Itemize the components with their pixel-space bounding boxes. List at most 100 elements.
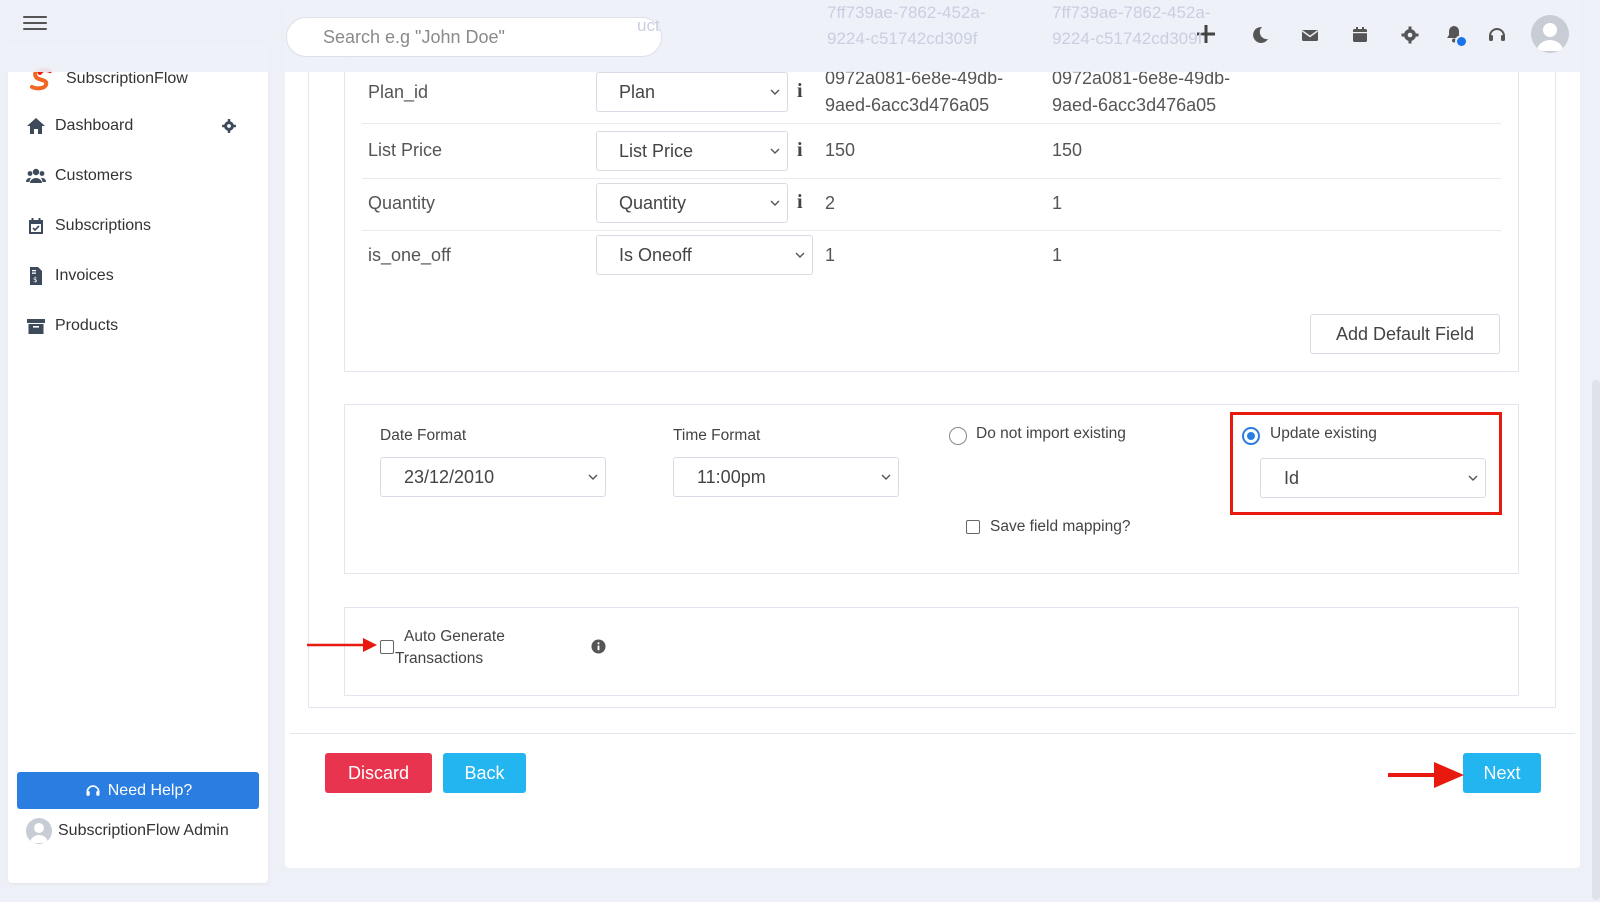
notifications-bell-icon[interactable] <box>1440 20 1468 48</box>
next-button[interactable]: Next <box>1463 753 1541 793</box>
sidebar-item-label: Customers <box>55 167 133 184</box>
row-divider <box>362 230 1501 231</box>
info-icon[interactable]: i <box>797 80 803 103</box>
admin-profile[interactable]: SubscriptionFlow Admin <box>26 818 229 844</box>
add-default-field-button[interactable]: Add Default Field <box>1310 314 1500 354</box>
chevron-down-icon <box>795 252 805 258</box>
calendar-icon[interactable] <box>1346 21 1374 49</box>
sidebar-item-label: Invoices <box>55 267 114 284</box>
chevron-down-icon <box>770 148 780 154</box>
background-scrolled-text: 9224-c51742cd309f <box>827 29 978 48</box>
highlight-annotation-box <box>1230 412 1502 515</box>
mapping-sample-value-1: 0972a081-6e8e-49db- 9aed-6acc3d476a05 <box>825 65 1003 119</box>
sidebar-item-label: Subscriptions <box>55 217 152 234</box>
support-headset-icon[interactable] <box>1483 21 1511 49</box>
chevron-down-icon <box>881 474 891 480</box>
sidebar-item-customers[interactable]: Customers <box>26 166 132 186</box>
mapping-field-label: Plan_id <box>368 82 429 102</box>
top-bar: uct 7ff739ae-7862-452a- 9224-c51742cd309… <box>0 0 1600 72</box>
background-scrolled-text: uct <box>637 16 660 35</box>
row-divider <box>362 123 1501 124</box>
mapping-sample-value-2: 1 <box>1052 193 1063 213</box>
sidebar-item-invoices[interactable]: $ Invoices <box>26 266 114 286</box>
select-value: Is Oneoff <box>619 244 692 265</box>
invoice-icon: $ <box>30 267 42 285</box>
mapping-sample-value-2: 150 <box>1052 140 1083 160</box>
date-format-label: Date Format <box>380 427 467 444</box>
select-value: Plan <box>619 81 656 102</box>
mapping-sample-value-1: 1 <box>825 245 836 265</box>
value-line: 9aed-6acc3d476a05 <box>825 95 990 115</box>
mapping-sample-value-2: 1 <box>1052 245 1063 265</box>
archive-icon <box>27 319 45 334</box>
time-format-select[interactable]: 11:00pm <box>673 457 899 497</box>
arrow-annotation-icon <box>1388 762 1464 788</box>
auto-generate-box <box>344 607 1519 696</box>
select-value: 11:00pm <box>697 466 766 487</box>
auto-generate-checkbox[interactable] <box>380 640 394 654</box>
settings-gear-icon[interactable] <box>1396 21 1424 49</box>
do-not-import-radio[interactable] <box>949 427 967 445</box>
calendar-check-icon <box>29 218 43 234</box>
users-icon <box>26 168 46 183</box>
sidebar: SubscriptionFlow Dashboard Customers Sub… <box>8 45 268 883</box>
info-icon[interactable]: i <box>797 139 803 162</box>
sidebar-item-dashboard[interactable]: Dashboard <box>26 116 133 136</box>
label-line: Auto Generate <box>404 628 505 645</box>
notification-badge <box>1455 35 1468 48</box>
time-format-label: Time Format <box>673 427 761 444</box>
mapping-field-select[interactable]: List Price <box>596 131 788 171</box>
sidebar-item-subscriptions[interactable]: Subscriptions <box>26 216 151 236</box>
save-field-mapping-checkbox[interactable] <box>966 520 980 534</box>
back-button[interactable]: Back <box>443 753 526 793</box>
background-scrolled-text: 9224-c51742cd309f <box>1052 29 1203 48</box>
value-line: 9aed-6acc3d476a05 <box>1052 95 1217 115</box>
save-field-mapping-label: Save field mapping? <box>990 518 1131 535</box>
home-icon <box>27 118 45 134</box>
svg-text:$: $ <box>33 276 37 284</box>
mapping-field-label: Quantity <box>368 193 436 213</box>
footer-divider <box>290 733 1575 734</box>
mapping-field-select[interactable]: Quantity <box>596 183 788 223</box>
info-circle-icon[interactable] <box>591 639 606 654</box>
select-value: List Price <box>619 140 694 161</box>
sidebar-item-products[interactable]: Products <box>26 316 118 336</box>
info-icon[interactable]: i <box>797 191 803 214</box>
sidebar-item-label: Products <box>55 317 119 334</box>
page-scrollbar[interactable] <box>1592 380 1600 900</box>
mapping-field-label: List Price <box>368 140 443 160</box>
mapping-field-select[interactable]: Is Oneoff <box>596 235 813 275</box>
user-avatar[interactable] <box>1531 15 1569 53</box>
background-scrolled-text: 7ff739ae-7862-452a- <box>827 3 986 22</box>
need-help-button[interactable]: Need Help? <box>17 772 259 809</box>
sidebar-item-label: Dashboard <box>55 117 134 134</box>
dark-mode-moon-icon[interactable] <box>1246 21 1274 49</box>
support-headset-icon <box>86 784 100 796</box>
admin-name: SubscriptionFlow Admin <box>58 822 229 839</box>
row-divider <box>362 178 1501 179</box>
auto-generate-label: Auto Generate Transactions <box>395 626 505 670</box>
background-scrolled-text: 7ff739ae-7862-452a- <box>1052 3 1211 22</box>
dashboard-settings-gear-icon[interactable] <box>220 117 238 135</box>
menu-toggle-icon[interactable] <box>23 14 49 32</box>
mapping-field-select[interactable]: Plan <box>596 72 788 112</box>
arrow-annotation-icon <box>307 638 377 652</box>
date-format-select[interactable]: 23/12/2010 <box>380 457 606 497</box>
chevron-down-icon <box>588 474 598 480</box>
do-not-import-label: Do not import existing <box>976 425 1126 442</box>
avatar <box>26 818 52 844</box>
search-input[interactable] <box>286 17 662 57</box>
chevron-down-icon <box>770 200 780 206</box>
chevron-down-icon <box>770 89 780 95</box>
mapping-sample-value-2: 0972a081-6e8e-49db- 9aed-6acc3d476a05 <box>1052 65 1230 119</box>
need-help-label: Need Help? <box>107 781 193 799</box>
mapping-sample-value-1: 2 <box>825 193 836 213</box>
select-value: 23/12/2010 <box>404 466 495 487</box>
brand-name: SubscriptionFlow <box>66 70 188 87</box>
mapping-sample-value-1: 150 <box>825 140 856 160</box>
select-value: Quantity <box>619 192 687 213</box>
discard-button[interactable]: Discard <box>325 753 432 793</box>
mapping-field-label: is_one_off <box>368 245 451 265</box>
label-line: Transactions <box>395 650 484 667</box>
envelope-icon[interactable] <box>1296 21 1324 49</box>
